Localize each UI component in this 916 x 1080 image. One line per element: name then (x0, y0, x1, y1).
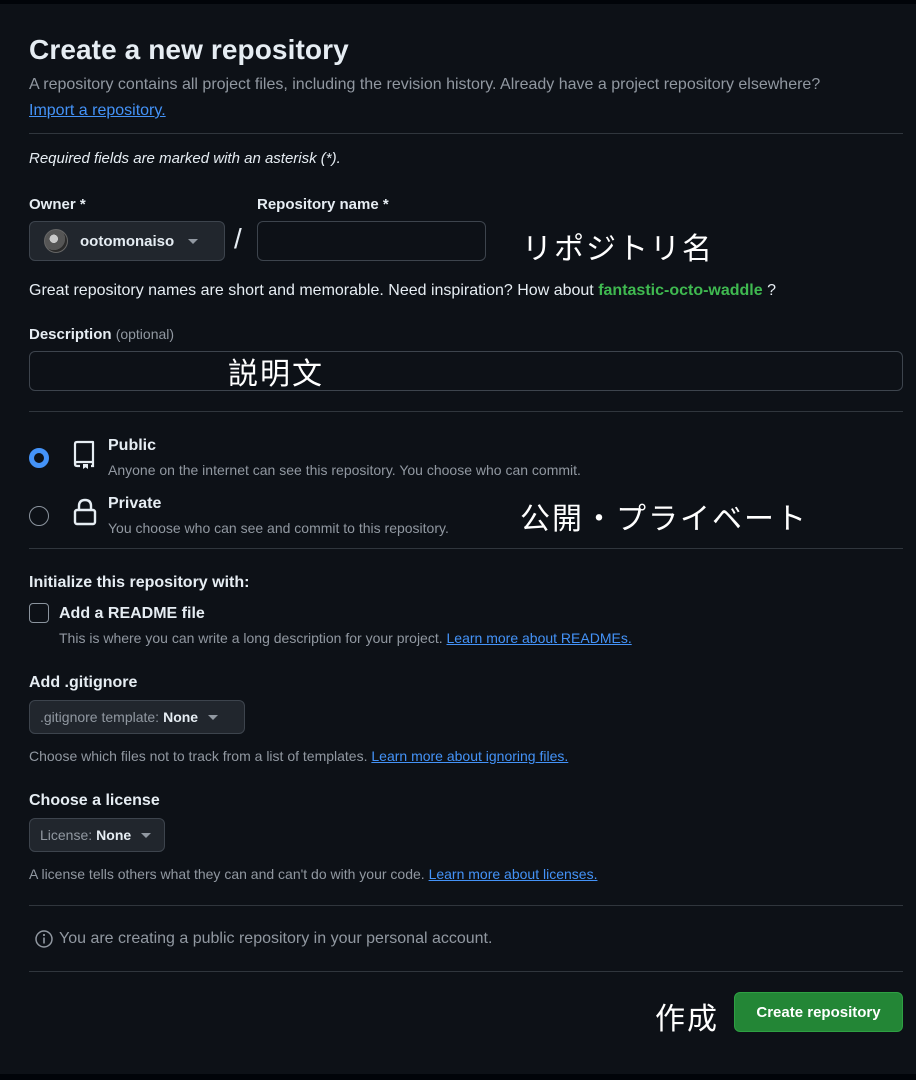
annotation-repo-name: リポジトリ名 (522, 232, 714, 267)
name-hint-text: Great repository names are short and mem… (29, 282, 594, 299)
license-select[interactable]: License: None (29, 818, 165, 852)
description-label: Description (optional) (29, 326, 174, 343)
description-optional: (optional) (115, 326, 175, 342)
readme-description: This is where you can write a long descr… (59, 630, 632, 646)
owner-label: Owner * (29, 196, 86, 213)
gitignore-select-value: None (163, 709, 199, 725)
top-edge (0, 0, 916, 4)
divider (29, 133, 903, 134)
description-input[interactable] (29, 351, 903, 391)
readme-label: Add a README file (59, 605, 205, 622)
create-repository-button[interactable]: Create repository (734, 992, 903, 1032)
chevron-down-icon (188, 238, 199, 244)
annotation-description: 説明文 (228, 357, 324, 392)
public-radio[interactable] (29, 448, 49, 468)
owner-select-button[interactable]: ootomonaiso (29, 221, 225, 261)
license-description: A license tells others what they can and… (29, 866, 597, 882)
gitignore-select-prefix: .gitignore template: (40, 709, 160, 725)
avatar (44, 229, 68, 253)
import-repository-link[interactable]: Import a repository. (29, 102, 166, 120)
gitignore-description: Choose which files not to track from a l… (29, 748, 568, 764)
license-label: Choose a license (29, 792, 160, 809)
repository-name-label: Repository name * (257, 196, 389, 213)
private-radio[interactable] (29, 506, 49, 526)
public-title: Public (108, 437, 157, 454)
divider (29, 905, 903, 906)
gitignore-label: Add .gitignore (29, 674, 138, 691)
readme-description-text: This is where you can write a long descr… (59, 630, 443, 646)
divider (29, 548, 903, 549)
repository-name-input[interactable] (257, 221, 486, 261)
gitignore-description-text: Choose which files not to track from a l… (29, 748, 368, 764)
chevron-down-icon (141, 832, 152, 838)
readme-checkbox[interactable] (29, 603, 49, 623)
divider (29, 971, 903, 972)
public-description: Anyone on the internet can see this repo… (108, 462, 581, 478)
info-icon (35, 930, 53, 948)
repo-icon (73, 440, 95, 469)
lock-icon (73, 498, 97, 526)
info-text: You are creating a public repository in … (59, 930, 493, 947)
chevron-down-icon (208, 714, 219, 720)
annotation-create: 作成 (655, 1002, 719, 1037)
page-subtitle: A repository contains all project files,… (29, 76, 821, 93)
required-fields-note: Required fields are marked with an aster… (29, 150, 341, 167)
private-title: Private (108, 495, 162, 512)
bottom-edge (0, 1074, 916, 1080)
annotation-visibility: 公開・プライベート (520, 502, 808, 537)
license-learn-more-link[interactable]: Learn more about licenses. (429, 866, 598, 882)
description-label-text: Description (29, 326, 112, 343)
name-hint-suffix: ? (767, 282, 777, 299)
license-select-value: None (96, 827, 132, 843)
gitignore-learn-more-link[interactable]: Learn more about ignoring files. (371, 748, 568, 764)
info-message: You are creating a public repository in … (35, 930, 492, 948)
page-title: Create a new repository (29, 34, 349, 65)
readme-learn-more-link[interactable]: Learn more about READMEs. (447, 630, 632, 646)
divider (29, 411, 903, 412)
gitignore-template-select[interactable]: .gitignore template: None (29, 700, 245, 734)
license-select-prefix: License: (40, 827, 93, 843)
owner-name: ootomonaiso (80, 232, 175, 250)
name-hint: Great repository names are short and mem… (29, 282, 776, 300)
private-description: You choose who can see and commit to thi… (108, 520, 449, 536)
owner-repo-separator: / (234, 223, 242, 254)
name-suggestion[interactable]: fantastic-octo-waddle (598, 282, 762, 299)
license-description-text: A license tells others what they can and… (29, 866, 425, 882)
initialize-label: Initialize this repository with: (29, 574, 250, 591)
